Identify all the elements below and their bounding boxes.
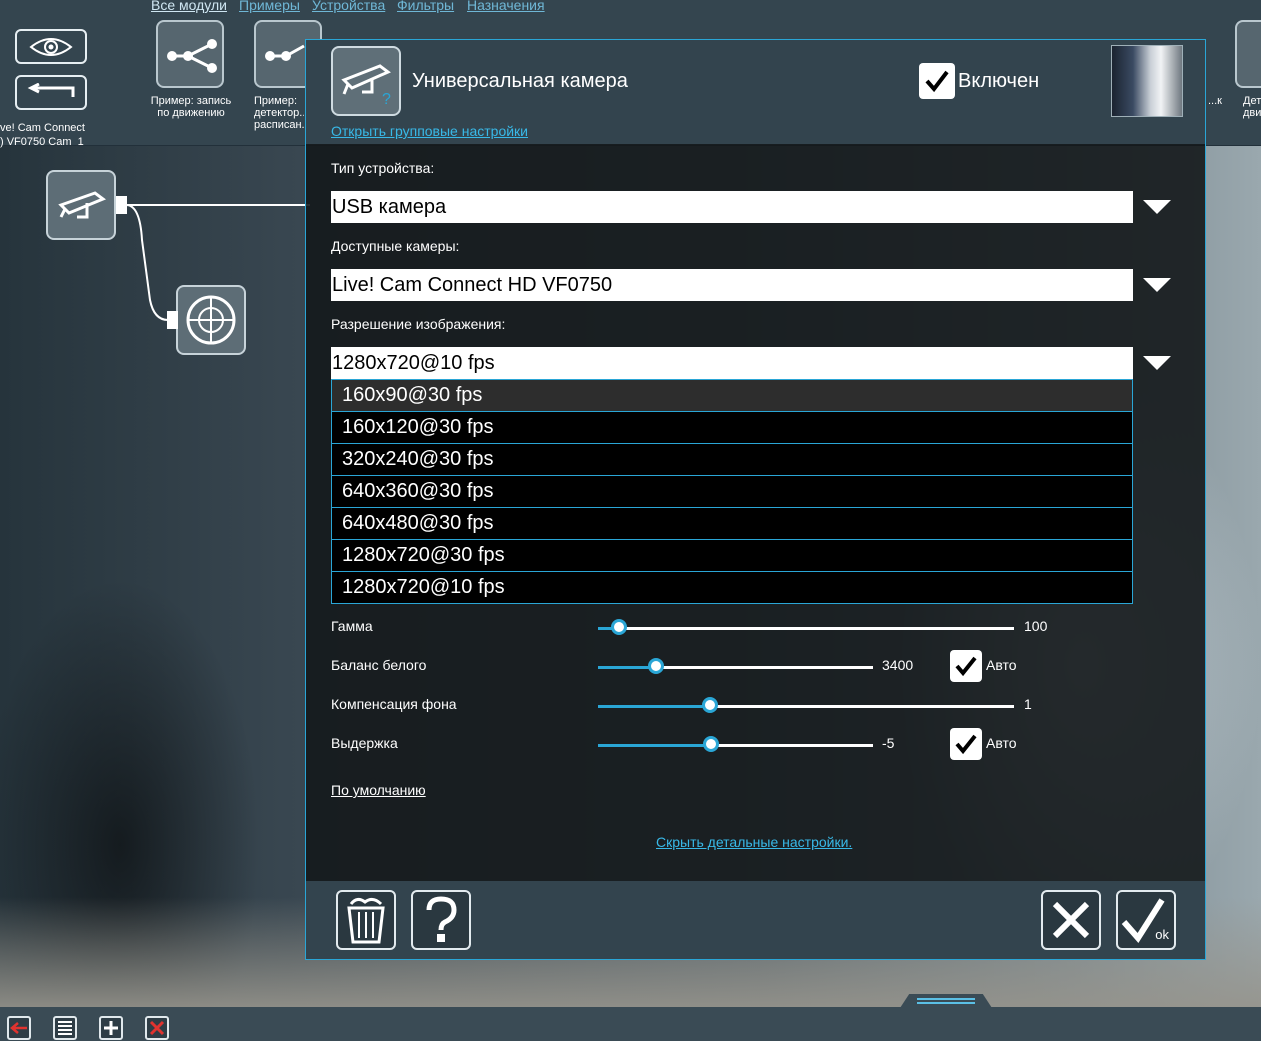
question-icon xyxy=(426,896,457,942)
camera-select[interactable]: Live! Cam Connect HD VF0750 xyxy=(331,269,1133,301)
slider-track[interactable] xyxy=(598,619,1014,635)
resolution-option[interactable]: 1280x720@30 fps xyxy=(332,540,1132,572)
auto-label: Авто xyxy=(986,735,1017,751)
resolution-label: Разрешение изображения: xyxy=(331,316,506,332)
slider-track[interactable] xyxy=(598,736,873,752)
panel-grip-handle[interactable] xyxy=(900,994,992,1008)
chevron-down-icon[interactable] xyxy=(1142,354,1172,372)
ok-label: ok xyxy=(1155,927,1169,942)
slider-label: Гамма xyxy=(331,618,373,634)
resolution-option[interactable]: 320x240@30 fps xyxy=(332,444,1132,476)
tab-filters[interactable]: Фильтры xyxy=(397,0,454,13)
resolution-option[interactable]: 1280x720@10 fps xyxy=(332,572,1132,603)
module-label: ...к xyxy=(1208,95,1222,107)
camera-preview-thumbnail xyxy=(1111,45,1183,117)
slider-track[interactable] xyxy=(598,658,873,674)
resolution-option[interactable]: 160x90@30 fps xyxy=(332,380,1132,412)
trash-icon xyxy=(347,897,385,944)
chevron-down-icon[interactable] xyxy=(1142,198,1172,216)
resolution-option[interactable]: 640x480@30 fps xyxy=(332,508,1132,540)
dialog-camera-icon-tile: ? xyxy=(331,46,401,116)
motion-detector-node[interactable] xyxy=(176,285,246,355)
slider-value: 3400 xyxy=(882,657,914,673)
slider-value: 1 xyxy=(1024,696,1032,712)
module-motion-detector[interactable] xyxy=(1235,20,1261,88)
slider-knob[interactable] xyxy=(702,697,719,713)
slider-knob[interactable] xyxy=(610,619,627,635)
resolution-option[interactable]: 160x120@30 fps xyxy=(332,412,1132,444)
auto-checkbox[interactable] xyxy=(950,728,982,760)
help-button[interactable] xyxy=(411,890,471,950)
chevron-down-icon[interactable] xyxy=(1142,276,1172,294)
enabled-label: Включен xyxy=(958,70,1040,92)
list-icon xyxy=(58,1021,72,1035)
slider-label: Выдержка xyxy=(331,735,398,751)
left-arrow-icon xyxy=(10,1022,27,1034)
cameras-label: Доступные камеры: xyxy=(331,238,460,254)
slider-fill xyxy=(598,744,711,747)
slider-track[interactable] xyxy=(598,697,1014,713)
tab-devices[interactable]: Устройства xyxy=(312,0,385,13)
slider-knob[interactable] xyxy=(702,736,719,752)
defaults-link[interactable]: По умолчанию xyxy=(331,782,426,798)
back-arrow-button[interactable] xyxy=(7,1016,31,1040)
auto-checkbox[interactable] xyxy=(950,650,982,682)
bottom-toolbar xyxy=(0,1007,1261,1041)
resolution-dropdown-list: 160x90@30 fps 160x120@30 fps 320x240@30 fp… xyxy=(331,379,1133,604)
resolution-option[interactable]: 640x360@30 fps xyxy=(332,476,1132,508)
add-button[interactable] xyxy=(99,1016,123,1040)
slider-label: Баланс белого xyxy=(331,657,427,673)
camera-icon: ? xyxy=(341,64,391,106)
slider-value: -5 xyxy=(882,735,895,751)
delete-button[interactable] xyxy=(145,1016,169,1040)
slider-value: 100 xyxy=(1024,618,1048,634)
detector-input-port[interactable] xyxy=(167,311,178,329)
module-label: Дет... дви... xyxy=(1243,95,1261,119)
slider-knob[interactable] xyxy=(647,658,664,674)
resolution-select[interactable]: 1280x720@10 fps xyxy=(331,347,1133,379)
close-icon xyxy=(1052,901,1090,939)
camera-settings-dialog: ? Универсальная камера Включен Открыть г… xyxy=(305,39,1206,960)
slider-fill xyxy=(598,705,711,708)
hide-details-link[interactable]: Скрыть детальные настройки. xyxy=(656,834,852,850)
list-button[interactable] xyxy=(53,1016,77,1040)
camera-icon xyxy=(58,191,107,219)
enabled-checkbox[interactable] xyxy=(919,63,955,99)
close-icon xyxy=(149,1020,165,1036)
detector-icon xyxy=(186,295,236,345)
cancel-button[interactable] xyxy=(1041,890,1101,950)
delete-module-button[interactable] xyxy=(336,890,396,950)
dialog-title: Универсальная камера xyxy=(412,70,628,92)
plus-icon xyxy=(104,1021,118,1035)
camera-node[interactable] xyxy=(46,170,116,240)
device-type-select[interactable]: USB камера xyxy=(331,191,1133,223)
checkmark-icon xyxy=(955,734,977,755)
ok-button[interactable]: ok xyxy=(1116,890,1176,950)
slider-label: Компенсация фона xyxy=(331,696,457,712)
camera-output-port[interactable] xyxy=(116,196,127,214)
tab-destinations[interactable]: Назначения xyxy=(467,0,545,13)
checkmark-icon xyxy=(925,70,949,93)
group-settings-link[interactable]: Открыть групповые настройки xyxy=(331,123,528,139)
auto-label: Авто xyxy=(986,657,1017,673)
device-type-label: Тип устройства: xyxy=(331,160,435,176)
checkmark-icon xyxy=(955,656,977,677)
svg-text:?: ? xyxy=(382,91,391,106)
